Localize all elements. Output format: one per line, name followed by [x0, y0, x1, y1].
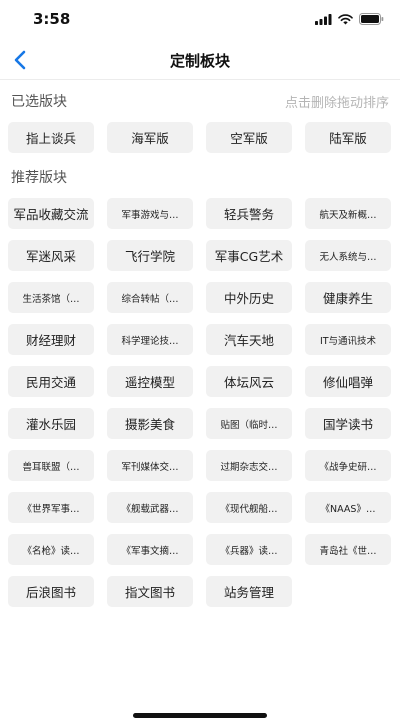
recommended-board-chip[interactable]: 汽车天地 [206, 324, 292, 355]
page-title: 定制板块 [169, 52, 230, 70]
recommended-board-chip[interactable]: 《兵器》读… [206, 534, 292, 565]
recommended-board-chip[interactable]: 科学理论技… [107, 324, 193, 355]
recommended-board-chip[interactable]: 《舰载武器… [107, 492, 193, 523]
selected-board-chip[interactable]: 海军版 [107, 122, 193, 153]
recommended-board-chip[interactable]: 飞行学院 [107, 240, 193, 271]
wifi-icon [338, 13, 353, 24]
recommended-board-chip[interactable]: 轻兵警务 [206, 198, 292, 229]
recommended-board-chip[interactable]: 贴图（临时… [206, 408, 292, 439]
recommended-board-chip[interactable]: 军事游戏与… [107, 198, 193, 229]
recommended-board-chip[interactable]: 中外历史 [206, 282, 292, 313]
recommended-board-chip[interactable]: 《战争史研… [305, 450, 391, 481]
selected-board-chip[interactable]: 空军版 [206, 122, 292, 153]
selected-section-title: 已选版块 [11, 94, 67, 110]
recommended-board-chip[interactable]: 军品收藏交流 [8, 198, 94, 229]
recommended-board-chip[interactable]: 无人系统与… [305, 240, 391, 271]
recommended-board-chip[interactable]: 军迷风采 [8, 240, 94, 271]
recommended-board-chip[interactable]: 国学读书 [305, 408, 391, 439]
recommended-board-chip[interactable]: 财经理财 [8, 324, 94, 355]
recommended-board-chip[interactable]: 后浪图书 [8, 576, 94, 607]
recommended-board-chip[interactable]: 青岛社《世… [305, 534, 391, 565]
recommended-board-chip[interactable]: 摄影美食 [107, 408, 193, 439]
status-time: 3:58 [33, 10, 71, 28]
home-indicator [133, 713, 267, 718]
recommended-board-chip[interactable]: 体坛风云 [206, 366, 292, 397]
recommended-board-chip[interactable]: IT与通讯技术 [305, 324, 391, 355]
battery-icon [359, 13, 384, 25]
recommended-board-chip[interactable]: 《名枪》读… [8, 534, 94, 565]
recommended-board-chip[interactable]: 健康养生 [305, 282, 391, 313]
recommended-board-chip[interactable]: 民用交通 [8, 366, 94, 397]
recommended-boards-grid: 军品收藏交流 军事游戏与… 轻兵警务 航天及新概… 军迷风采 飞行学院 军事CG艺术 无人系统… [8, 198, 392, 607]
selected-board-chip[interactable]: 指上谈兵 [8, 122, 94, 153]
recommended-board-chip[interactable]: 过期杂志交… [206, 450, 292, 481]
recommended-board-chip[interactable]: 灌水乐园 [8, 408, 94, 439]
status-icons [315, 13, 384, 25]
sort-hint: 点击删除拖动排序 [284, 95, 389, 111]
recommended-board-chip[interactable]: 《世界军事… [8, 492, 94, 523]
selected-board-chip[interactable]: 陆军版 [305, 122, 391, 153]
recommended-board-chip[interactable]: 遥控模型 [107, 366, 193, 397]
recommended-board-chip[interactable]: 军事CG艺术 [206, 240, 292, 271]
recommended-board-chip[interactable]: 综合转帖（… [107, 282, 193, 313]
recommended-board-chip[interactable]: 指文图书 [107, 576, 193, 607]
signal-icon [315, 13, 332, 25]
recommended-board-chip[interactable]: 军刊媒体交… [107, 450, 193, 481]
selected-section-header: 已选版块 点击删除拖动排序 [11, 91, 389, 111]
status-bar: 3:58 [0, 0, 400, 40]
recommended-board-chip[interactable]: 《现代舰船… [206, 492, 292, 523]
selected-boards-grid: 指上谈兵 海军版 空军版 陆军版 [8, 122, 392, 153]
navigation-bar: 定制板块 [0, 40, 400, 80]
recommended-board-chip[interactable]: 兽耳联盟（… [8, 450, 94, 481]
recommended-board-chip[interactable]: 修仙唱弹 [305, 366, 391, 397]
recommended-board-chip[interactable]: 航天及新概… [305, 198, 391, 229]
recommended-board-chip[interactable]: 站务管理 [206, 576, 292, 607]
recommended-section-header: 推荐版块 [11, 167, 389, 187]
recommended-section-title: 推荐版块 [11, 170, 67, 186]
recommended-board-chip[interactable]: 生活茶馆（… [8, 282, 94, 313]
recommended-board-chip[interactable]: 《NAAS》… [305, 492, 391, 523]
recommended-board-chip[interactable]: 《军事文摘… [107, 534, 193, 565]
